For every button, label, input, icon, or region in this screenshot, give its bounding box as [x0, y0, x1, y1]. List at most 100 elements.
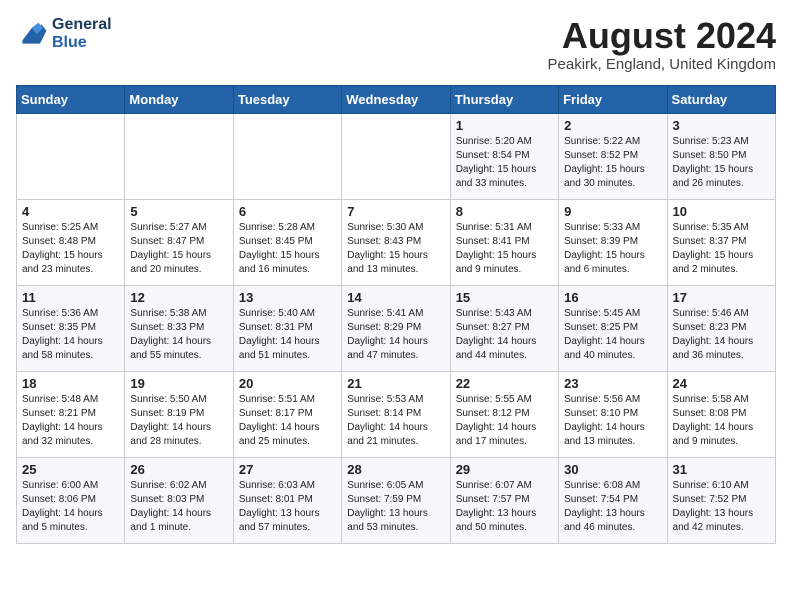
day-info: Sunrise: 6:02 AM Sunset: 8:03 PM Dayligh… — [130, 479, 227, 535]
calendar-cell: 12 Sunrise: 5:38 AM Sunset: 8:33 PM Dayli… — [125, 285, 233, 371]
day-number: 10 — [673, 204, 770, 219]
day-info: Sunrise: 5:35 AM Sunset: 8:37 PM Dayligh… — [673, 221, 770, 277]
day-number: 18 — [22, 376, 119, 391]
calendar-week-row: 4Sunrise: 5:25 AM Sunset: 8:48 PM Daylig… — [17, 199, 776, 285]
day-info: Sunrise: 5:55 AM Sunset: 8:12 PM Dayligh… — [456, 393, 553, 449]
day-number: 16 — [564, 290, 661, 305]
calendar-cell: 2Sunrise: 5:22 AM Sunset: 8:52 PM Daylig… — [559, 113, 667, 199]
calendar-cell — [233, 113, 341, 199]
day-number: 8 — [456, 204, 553, 219]
day-info: Sunrise: 5:41 AM Sunset: 8:29 PM Dayligh… — [347, 307, 444, 363]
calendar-cell: 17 Sunrise: 5:46 AM Sunset: 8:23 PM Dayli… — [667, 285, 775, 371]
day-number: 9 — [564, 204, 661, 219]
calendar-cell: 16 Sunrise: 5:45 AM Sunset: 8:25 PM Dayli… — [559, 285, 667, 371]
calendar-cell: 20 Sunrise: 5:51 AM Sunset: 8:17 PM Dayli… — [233, 371, 341, 457]
day-info: Sunrise: 6:07 AM Sunset: 7:57 PM Dayligh… — [456, 479, 553, 535]
day-info: Sunrise: 5:27 AM Sunset: 8:47 PM Dayligh… — [130, 221, 227, 277]
calendar-cell: 4Sunrise: 5:25 AM Sunset: 8:48 PM Daylig… — [17, 199, 125, 285]
day-info: Sunrise: 5:53 AM Sunset: 8:14 PM Dayligh… — [347, 393, 444, 449]
weekday-header-row: SundayMondayTuesdayWednesdayThursdayFrid… — [17, 85, 776, 113]
day-number: 28 — [347, 462, 444, 477]
calendar-cell: 30 Sunrise: 6:08 AM Sunset: 7:54 PM Dayli… — [559, 457, 667, 543]
day-info: Sunrise: 5:20 AM Sunset: 8:54 PM Dayligh… — [456, 135, 553, 191]
calendar-week-row: 11 Sunrise: 5:36 AM Sunset: 8:35 PM Dayli… — [17, 285, 776, 371]
day-number: 7 — [347, 204, 444, 219]
day-info: Sunrise: 5:23 AM Sunset: 8:50 PM Dayligh… — [673, 135, 770, 191]
calendar-cell: 14Sunrise: 5:41 AM Sunset: 8:29 PM Dayli… — [342, 285, 450, 371]
day-info: Sunrise: 5:38 AM Sunset: 8:33 PM Dayligh… — [130, 307, 227, 363]
logo: General Blue — [16, 16, 112, 52]
calendar-cell: 13Sunrise: 5:40 AM Sunset: 8:31 PM Dayli… — [233, 285, 341, 371]
calendar-cell: 18Sunrise: 5:48 AM Sunset: 8:21 PM Dayli… — [17, 371, 125, 457]
day-number: 24 — [673, 376, 770, 391]
calendar-cell: 23Sunrise: 5:56 AM Sunset: 8:10 PM Dayli… — [559, 371, 667, 457]
page-header: General Blue August 2024 Peakirk, Englan… — [16, 16, 776, 73]
day-number: 20 — [239, 376, 336, 391]
day-info: Sunrise: 5:30 AM Sunset: 8:43 PM Dayligh… — [347, 221, 444, 277]
day-number: 13 — [239, 290, 336, 305]
day-number: 26 — [130, 462, 227, 477]
day-number: 19 — [130, 376, 227, 391]
calendar-cell — [17, 113, 125, 199]
day-info: Sunrise: 5:56 AM Sunset: 8:10 PM Dayligh… — [564, 393, 661, 449]
calendar-cell: 29 Sunrise: 6:07 AM Sunset: 7:57 PM Dayli… — [450, 457, 558, 543]
calendar-cell: 10 Sunrise: 5:35 AM Sunset: 8:37 PM Dayli… — [667, 199, 775, 285]
day-info: Sunrise: 6:05 AM Sunset: 7:59 PM Dayligh… — [347, 479, 444, 535]
calendar-cell: 8 Sunrise: 5:31 AM Sunset: 8:41 PM Daylig… — [450, 199, 558, 285]
day-info: Sunrise: 6:03 AM Sunset: 8:01 PM Dayligh… — [239, 479, 336, 535]
calendar-cell — [125, 113, 233, 199]
day-info: Sunrise: 5:31 AM Sunset: 8:41 PM Dayligh… — [456, 221, 553, 277]
calendar-cell: 27 Sunrise: 6:03 AM Sunset: 8:01 PM Dayli… — [233, 457, 341, 543]
calendar-cell — [342, 113, 450, 199]
day-info: Sunrise: 5:36 AM Sunset: 8:35 PM Dayligh… — [22, 307, 119, 363]
calendar-cell: 21 Sunrise: 5:53 AM Sunset: 8:14 PM Dayli… — [342, 371, 450, 457]
day-number: 21 — [347, 376, 444, 391]
calendar-cell: 3Sunrise: 5:23 AM Sunset: 8:50 PM Daylig… — [667, 113, 775, 199]
calendar-cell: 1 Sunrise: 5:20 AM Sunset: 8:54 PM Daylig… — [450, 113, 558, 199]
day-info: Sunrise: 5:25 AM Sunset: 8:48 PM Dayligh… — [22, 221, 119, 277]
title-block: August 2024 Peakirk, England, United Kin… — [548, 16, 776, 73]
day-number: 2 — [564, 118, 661, 133]
calendar-cell: 28 Sunrise: 6:05 AM Sunset: 7:59 PM Dayli… — [342, 457, 450, 543]
calendar-cell: 22Sunrise: 5:55 AM Sunset: 8:12 PM Dayli… — [450, 371, 558, 457]
day-info: Sunrise: 6:08 AM Sunset: 7:54 PM Dayligh… — [564, 479, 661, 535]
day-number: 12 — [130, 290, 227, 305]
weekday-header: Saturday — [667, 85, 775, 113]
calendar-week-row: 18Sunrise: 5:48 AM Sunset: 8:21 PM Dayli… — [17, 371, 776, 457]
location-subtitle: Peakirk, England, United Kingdom — [548, 56, 776, 73]
calendar-cell: 25 Sunrise: 6:00 AM Sunset: 8:06 PM Dayli… — [17, 457, 125, 543]
day-number: 1 — [456, 118, 553, 133]
day-info: Sunrise: 5:51 AM Sunset: 8:17 PM Dayligh… — [239, 393, 336, 449]
weekday-header: Tuesday — [233, 85, 341, 113]
calendar-cell: 5 Sunrise: 5:27 AM Sunset: 8:47 PM Daylig… — [125, 199, 233, 285]
day-number: 17 — [673, 290, 770, 305]
day-number: 29 — [456, 462, 553, 477]
day-number: 27 — [239, 462, 336, 477]
day-number: 25 — [22, 462, 119, 477]
calendar-cell: 24 Sunrise: 5:58 AM Sunset: 8:08 PM Dayli… — [667, 371, 775, 457]
weekday-header: Monday — [125, 85, 233, 113]
day-info: Sunrise: 5:45 AM Sunset: 8:25 PM Dayligh… — [564, 307, 661, 363]
day-number: 30 — [564, 462, 661, 477]
weekday-header: Thursday — [450, 85, 558, 113]
day-number: 5 — [130, 204, 227, 219]
calendar-cell: 31 Sunrise: 6:10 AM Sunset: 7:52 PM Dayli… — [667, 457, 775, 543]
calendar-week-row: 1 Sunrise: 5:20 AM Sunset: 8:54 PM Daylig… — [17, 113, 776, 199]
day-info: Sunrise: 6:10 AM Sunset: 7:52 PM Dayligh… — [673, 479, 770, 535]
month-year-title: August 2024 — [548, 16, 776, 56]
day-number: 31 — [673, 462, 770, 477]
day-number: 15 — [456, 290, 553, 305]
weekday-header: Friday — [559, 85, 667, 113]
weekday-header: Sunday — [17, 85, 125, 113]
day-number: 6 — [239, 204, 336, 219]
day-info: Sunrise: 5:46 AM Sunset: 8:23 PM Dayligh… — [673, 307, 770, 363]
calendar-cell: 26 Sunrise: 6:02 AM Sunset: 8:03 PM Dayli… — [125, 457, 233, 543]
calendar-cell: 11 Sunrise: 5:36 AM Sunset: 8:35 PM Dayli… — [17, 285, 125, 371]
calendar-cell: 19Sunrise: 5:50 AM Sunset: 8:19 PM Dayli… — [125, 371, 233, 457]
day-info: Sunrise: 6:00 AM Sunset: 8:06 PM Dayligh… — [22, 479, 119, 535]
calendar-table: SundayMondayTuesdayWednesdayThursdayFrid… — [16, 85, 776, 544]
day-number: 11 — [22, 290, 119, 305]
logo-text: General Blue — [52, 16, 112, 52]
day-info: Sunrise: 5:58 AM Sunset: 8:08 PM Dayligh… — [673, 393, 770, 449]
day-info: Sunrise: 5:43 AM Sunset: 8:27 PM Dayligh… — [456, 307, 553, 363]
